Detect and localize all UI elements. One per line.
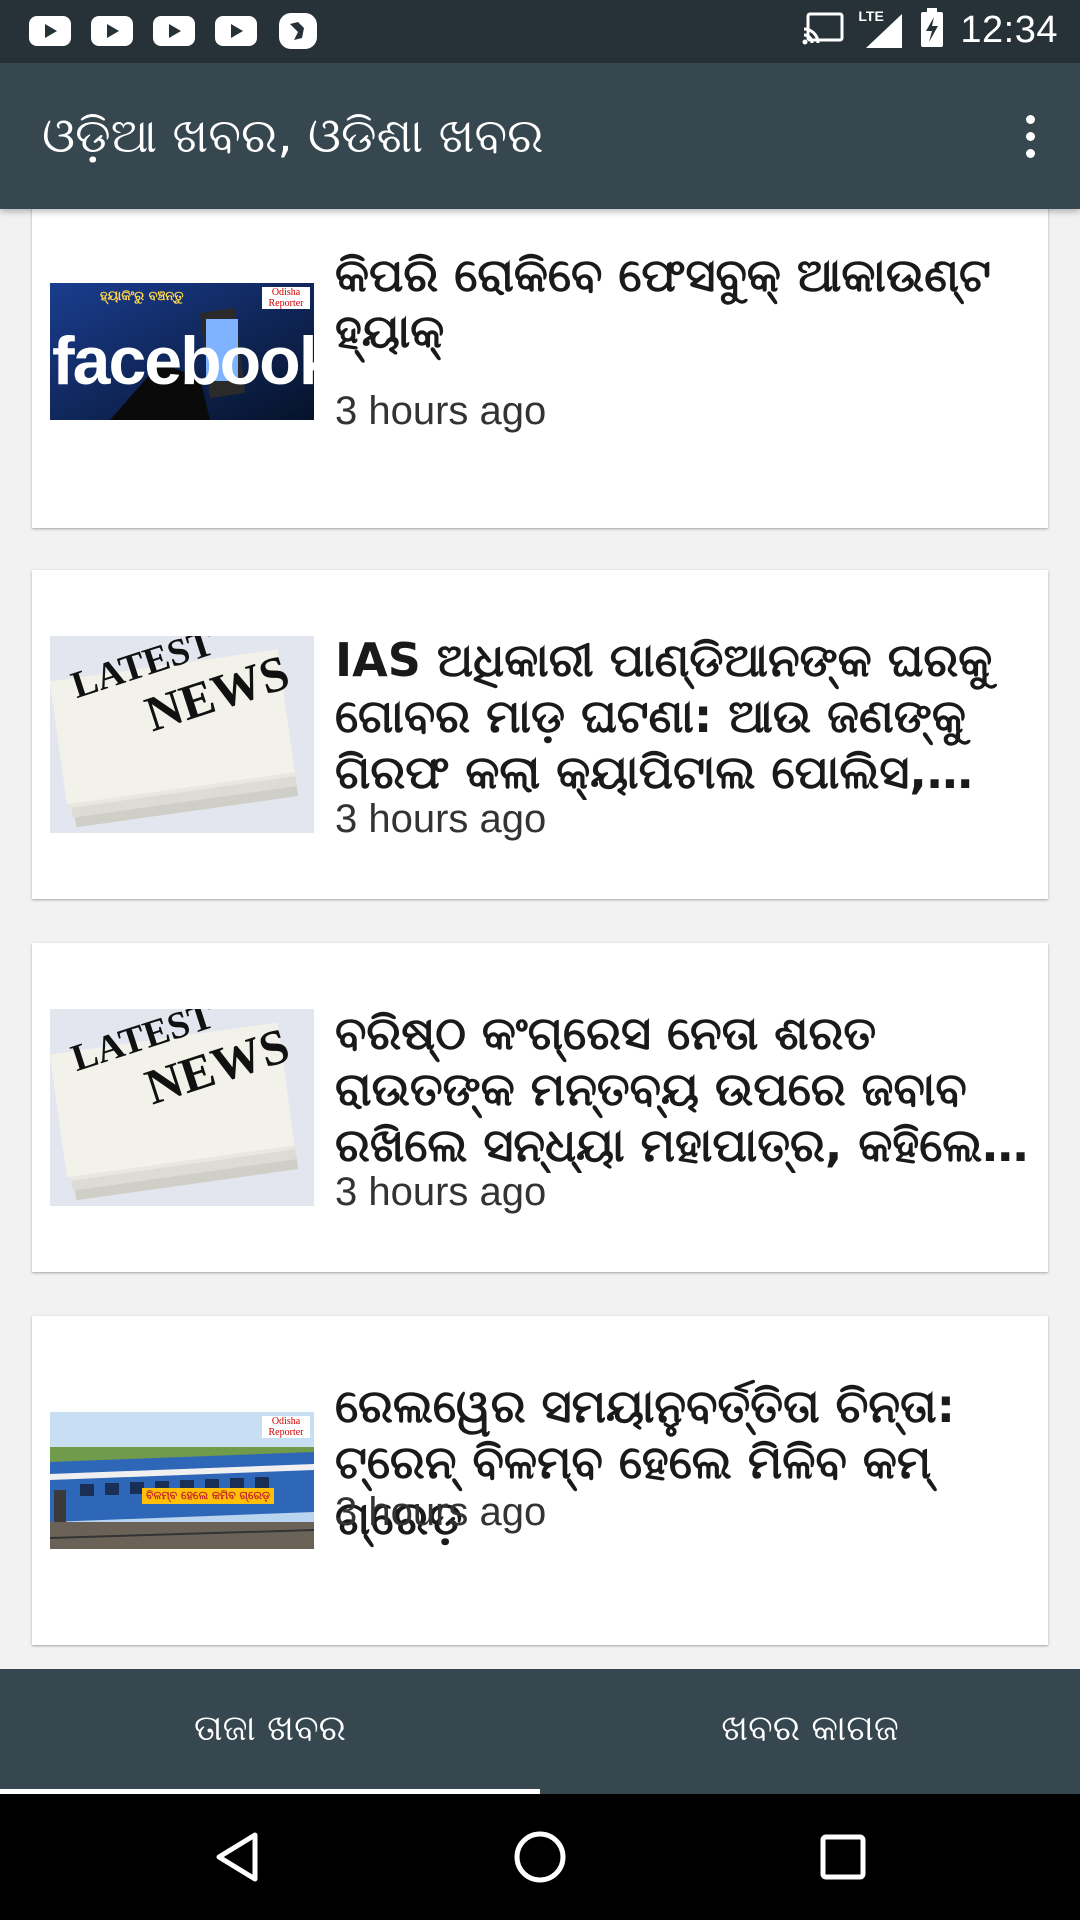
news-card[interactable]: ହ୍ୟାକିଂରୁ ବଞ୍ଚନ୍ତୁ facebook Odisha Repor… bbox=[32, 209, 1048, 528]
app-bar: ଓଡ଼ିଆ ଖବର, ଓଡିଶା ଖବର bbox=[0, 63, 1080, 209]
youtube-icon bbox=[90, 14, 134, 48]
news-timestamp: 3 hours ago bbox=[335, 797, 547, 841]
bottom-tab-bar: ତାଜା ଖବର ଖବର କାଗଜ bbox=[0, 1669, 1080, 1794]
cast-icon bbox=[802, 11, 846, 49]
youtube-icon bbox=[28, 14, 72, 48]
battery-charging-icon bbox=[920, 8, 944, 52]
news-headline[interactable]: IAS ଅଧିକାରୀ ପାଣ୍ଡିଆନଙ୍କ ଘରକୁ ଗୋବର ମାଡ଼ ଘ… bbox=[335, 632, 1035, 800]
recents-icon[interactable] bbox=[813, 1827, 873, 1887]
news-card[interactable]: ବିଳମ୍ବ ହେଲେ କମିବ ଗ୍ରେଡ଼ Odisha Reporter … bbox=[32, 1316, 1048, 1645]
youtube-icon bbox=[214, 14, 258, 48]
signal-icon: LTE bbox=[858, 8, 904, 50]
status-bar: LTE 12:34 bbox=[0, 0, 1080, 63]
system-navigation-bar bbox=[0, 1794, 1080, 1920]
thumbnail-wordmark-text: facebook bbox=[52, 323, 314, 399]
train-thumbnail-image: ବିଳମ୍ବ ହେଲେ କମିବ ଗ୍ରେଡ଼ Odisha Reporter bbox=[50, 1412, 314, 1549]
bird-app-icon bbox=[276, 13, 320, 49]
news-timestamp: 3 hours ago bbox=[335, 1170, 547, 1214]
news-headline[interactable]: ବରିଷ୍ଠ କଂଗ୍ରେସ ନେତା ଶରତ ରାଉତଙ୍କ ମନ୍ତବ୍ୟ … bbox=[335, 1005, 1035, 1173]
thumbnail-caption-text: ବିଳମ୍ବ ହେଲେ କମିବ ଗ୍ରେଡ଼ bbox=[142, 1488, 274, 1504]
latest-news-thumbnail-image: LATEST NEWS bbox=[50, 636, 314, 833]
facebook-thumbnail-image: ହ୍ୟାକିଂରୁ ବଞ୍ଚନ୍ତୁ facebook Odisha Repor… bbox=[50, 283, 314, 420]
latest-news-thumbnail-image: LATEST NEWS bbox=[50, 1009, 314, 1206]
network-type-label: LTE bbox=[858, 8, 884, 24]
news-card[interactable]: LATEST NEWS IAS ଅଧିକାରୀ ପାଣ୍ଡିଆନଙ୍କ ଘରକୁ… bbox=[32, 570, 1048, 899]
news-timestamp: 3 hours ago bbox=[335, 1490, 547, 1534]
app-title: ଓଡ଼ିଆ ଖବର, ଓଡିଶା ଖବର bbox=[42, 108, 544, 164]
tab-newspaper[interactable]: ଖବର କାଗଜ bbox=[540, 1669, 1080, 1794]
clock: 12:34 bbox=[960, 8, 1058, 51]
news-headline[interactable]: କିପରି ରୋକିବେ ଫେସବୁକ୍ ଆକାଉଣ୍ଟ ହ୍ୟାକ୍ bbox=[335, 247, 1035, 359]
thumbnail-badge-text: Odisha Reporter bbox=[262, 1416, 310, 1438]
home-icon[interactable] bbox=[510, 1827, 570, 1887]
tab-latest-news[interactable]: ତାଜା ଖବର bbox=[0, 1669, 540, 1794]
back-icon[interactable] bbox=[207, 1827, 267, 1887]
news-card[interactable]: LATEST NEWS ବରିଷ୍ଠ କଂଗ୍ରେସ ନେତା ଶରତ ରାଉତ… bbox=[32, 943, 1048, 1272]
thumbnail-badge-text: Odisha Reporter bbox=[262, 287, 310, 309]
news-feed[interactable]: ହ୍ୟାକିଂରୁ ବଞ୍ଚନ୍ତୁ facebook Odisha Repor… bbox=[0, 209, 1080, 1669]
thumbnail-banner-text: ହ୍ୟାକିଂରୁ ବଞ୍ଚନ୍ତୁ bbox=[100, 289, 184, 304]
more-vert-icon[interactable] bbox=[1002, 108, 1058, 164]
news-timestamp: 3 hours ago bbox=[335, 389, 547, 433]
youtube-icon bbox=[152, 14, 196, 48]
